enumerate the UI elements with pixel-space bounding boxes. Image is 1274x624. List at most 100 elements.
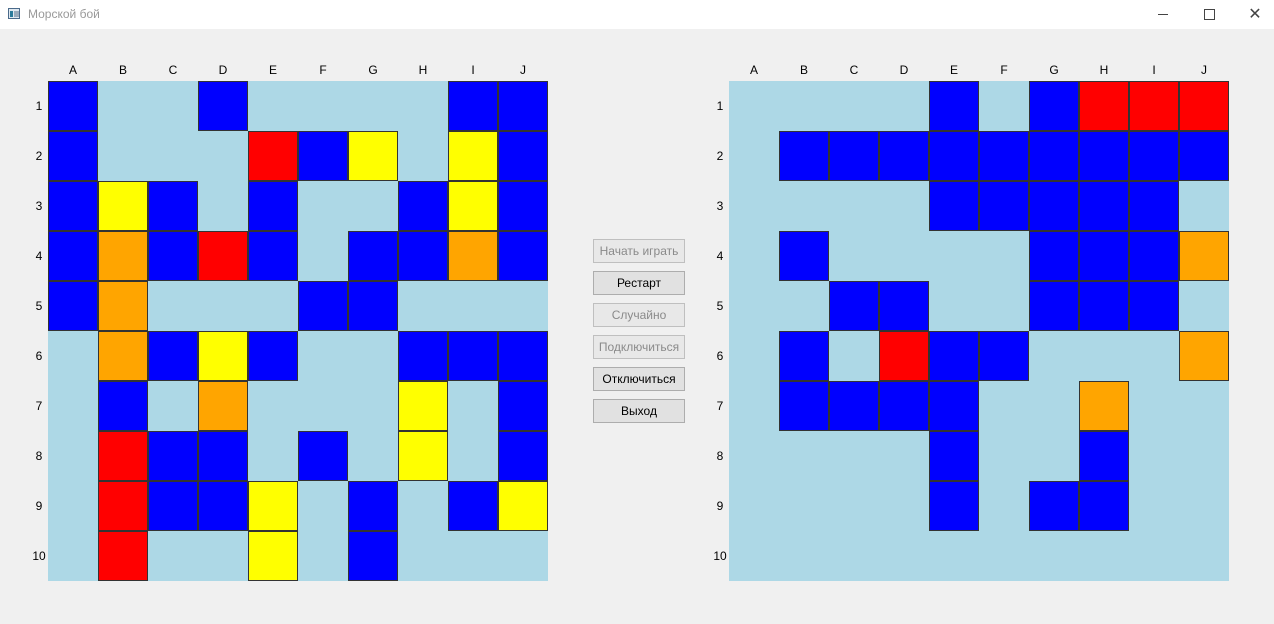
ship-cell[interactable]	[1129, 281, 1179, 331]
ship-cell[interactable]	[929, 381, 979, 431]
minimize-icon	[1158, 14, 1168, 15]
ship-cell[interactable]	[929, 481, 979, 531]
near-cell	[498, 481, 548, 531]
near-cell	[448, 131, 498, 181]
ship-cell[interactable]	[1129, 231, 1179, 281]
close-button[interactable]: ✕	[1232, 0, 1274, 29]
ship-cell	[348, 481, 398, 531]
ship-cell[interactable]	[829, 381, 879, 431]
hit-cell[interactable]	[1129, 81, 1179, 131]
ship-cell[interactable]	[979, 331, 1029, 381]
ship-cell[interactable]	[1029, 81, 1079, 131]
ship-cell	[448, 481, 498, 531]
start-game-button[interactable]: Начать играть	[593, 239, 685, 263]
column-label: B	[799, 63, 808, 77]
opponent-board[interactable]	[729, 81, 1229, 581]
hit-cell	[248, 131, 298, 181]
column-label: B	[118, 63, 127, 77]
column-label: A	[749, 63, 758, 77]
ship-cell[interactable]	[1079, 131, 1129, 181]
ship-cell	[148, 231, 198, 281]
ship-cell[interactable]	[1129, 181, 1179, 231]
near-cell	[448, 181, 498, 231]
column-label: G	[1049, 63, 1059, 77]
ship-cell[interactable]	[779, 131, 829, 181]
ship-cell[interactable]	[879, 131, 929, 181]
column-label: F	[1000, 63, 1008, 77]
ship-cell[interactable]	[879, 381, 929, 431]
ship-cell[interactable]	[1129, 131, 1179, 181]
near-cell	[348, 131, 398, 181]
ship-cell[interactable]	[929, 131, 979, 181]
ship-cell[interactable]	[929, 181, 979, 231]
ship-cell	[198, 81, 248, 131]
ship-cell[interactable]	[829, 281, 879, 331]
ship-cell[interactable]	[1029, 181, 1079, 231]
ship-cell	[498, 81, 548, 131]
ship-cell	[148, 481, 198, 531]
ship-cell	[148, 181, 198, 231]
warn-cell[interactable]	[1179, 231, 1229, 281]
column-label: C	[849, 63, 859, 77]
ship-cell[interactable]	[879, 281, 929, 331]
ship-cell[interactable]	[779, 381, 829, 431]
hit-cell[interactable]	[1179, 81, 1229, 131]
connect-button[interactable]: Подключиться	[593, 335, 685, 359]
ship-cell[interactable]	[929, 431, 979, 481]
hit-cell[interactable]	[879, 331, 929, 381]
ship-cell[interactable]	[1079, 431, 1129, 481]
column-label: G	[368, 63, 378, 77]
near-cell	[248, 531, 298, 581]
column-label: I	[1152, 63, 1156, 77]
ship-cell[interactable]	[779, 331, 829, 381]
ship-cell[interactable]	[1179, 131, 1229, 181]
ship-cell[interactable]	[779, 231, 829, 281]
ship-cell[interactable]	[1079, 481, 1129, 531]
ship-cell	[48, 281, 98, 331]
ship-cell	[48, 81, 98, 131]
ship-cell[interactable]	[929, 331, 979, 381]
warn-cell[interactable]	[1079, 381, 1129, 431]
ship-cell	[498, 431, 548, 481]
warn-cell	[98, 331, 148, 381]
warn-cell	[448, 231, 498, 281]
ship-cell[interactable]	[1029, 231, 1079, 281]
ship-cell[interactable]	[929, 81, 979, 131]
hit-cell	[98, 481, 148, 531]
ship-cell[interactable]	[1029, 281, 1079, 331]
column-label: C	[168, 63, 178, 77]
ship-cell	[198, 481, 248, 531]
column-label: D	[218, 63, 228, 77]
minimize-button[interactable]	[1140, 0, 1186, 29]
exit-button[interactable]: Выход	[593, 399, 685, 423]
near-cell	[198, 331, 248, 381]
near-cell	[248, 481, 298, 531]
ship-cell[interactable]	[1029, 481, 1079, 531]
column-label: H	[1099, 63, 1109, 77]
hit-cell[interactable]	[1079, 81, 1129, 131]
ship-cell[interactable]	[1029, 131, 1079, 181]
ship-cell	[148, 431, 198, 481]
ship-cell[interactable]	[829, 131, 879, 181]
ship-cell	[348, 531, 398, 581]
ship-cell[interactable]	[979, 131, 1029, 181]
ship-cell[interactable]	[979, 181, 1029, 231]
ship-cell	[448, 331, 498, 381]
ship-cell	[298, 131, 348, 181]
ship-cell	[398, 181, 448, 231]
ship-cell	[348, 281, 398, 331]
warn-cell[interactable]	[1179, 331, 1229, 381]
ship-cell	[448, 81, 498, 131]
column-label: A	[68, 63, 77, 77]
restart-button[interactable]: Рестарт	[593, 271, 685, 295]
near-cell	[98, 181, 148, 231]
random-button[interactable]: Случайно	[593, 303, 685, 327]
maximize-button[interactable]	[1186, 0, 1232, 29]
ship-cell	[248, 181, 298, 231]
ship-cell[interactable]	[1079, 231, 1129, 281]
ship-cell	[498, 231, 548, 281]
ship-cell	[48, 231, 98, 281]
disconnect-button[interactable]: Отключиться	[593, 367, 685, 391]
ship-cell[interactable]	[1079, 181, 1129, 231]
ship-cell[interactable]	[1079, 281, 1129, 331]
